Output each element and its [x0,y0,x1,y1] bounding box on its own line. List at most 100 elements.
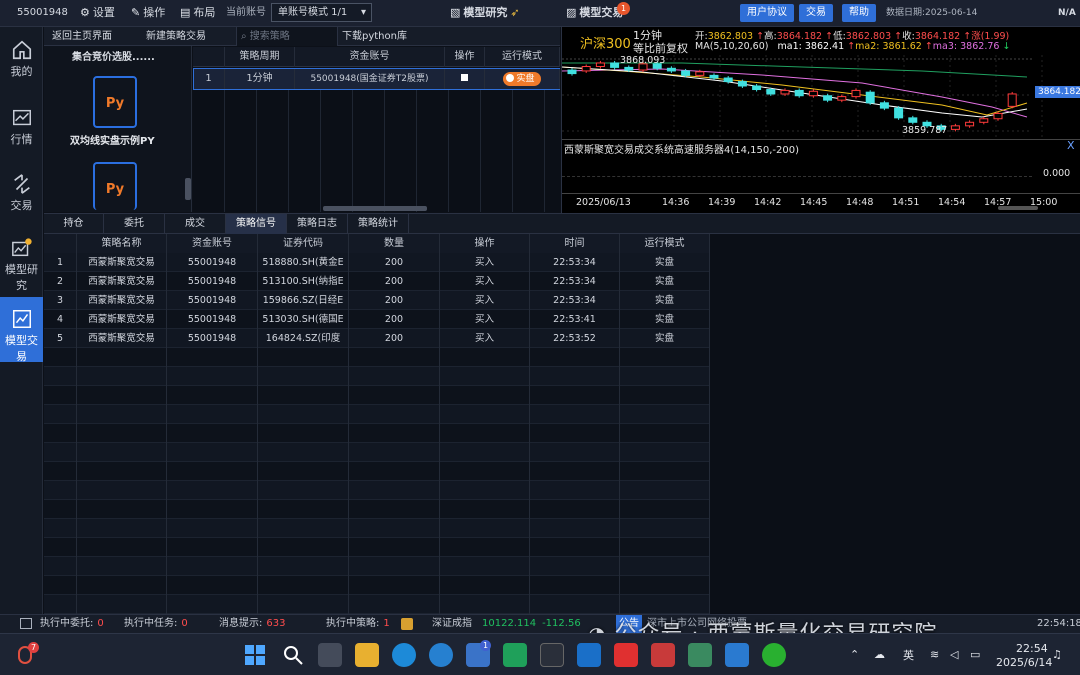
horizontal-scrollbar[interactable] [323,206,427,211]
sidebar-item-market[interactable]: 行情 [0,107,43,157]
stop-button[interactable] [445,69,485,89]
wechat-icon[interactable] [762,643,786,667]
tab-orders[interactable]: 委托 [104,214,165,234]
cell-op [440,481,530,500]
cell-code [258,576,349,595]
tab-trades[interactable]: 成交 [165,214,226,234]
cell-code: 513030.SH(德国E [258,310,349,329]
cube-app-icon[interactable] [540,643,564,667]
sidebar-item-model-trade[interactable]: 模型交易 [0,297,43,363]
vscode-icon[interactable] [725,643,749,667]
cell-op: 买入 [440,272,530,291]
sidebar-item-home[interactable]: 我的 [0,39,43,89]
candle [794,89,804,97]
search-icon[interactable] [281,643,305,667]
trading-app-icon[interactable] [651,643,675,667]
row-period: 1分钟 [225,69,295,89]
cell-op [440,424,530,443]
cell-qty: 200 [349,291,440,310]
header-strategy-name: 策略名称 [77,234,167,253]
cell-op [440,386,530,405]
clock-time[interactable]: 22:54 [1016,642,1048,655]
tab-strategy-stats[interactable]: 策略统计 [348,214,409,234]
cell-code [258,500,349,519]
sidebar-item-label: 行情 [10,133,33,146]
account-mode-select[interactable]: 单账号模式 1/1 ▾ [271,3,372,22]
cell-mode [620,443,710,462]
bottom-tab-bar: 持仓 委托 成交 策略信号 策略日志 策略统计 [44,213,1080,234]
layout-menu[interactable]: ▤ 布局 [180,0,215,26]
scrollbar-thumb[interactable] [185,178,191,200]
chart-scrollbar[interactable] [998,206,1038,210]
py-file-icon[interactable]: Py [93,76,137,128]
cell-account [167,424,258,443]
tab-strategy-signals[interactable]: 策略信号 [226,214,287,234]
messages[interactable]: 消息提示: 633 [219,615,285,633]
close-indicator-button[interactable]: X [1067,139,1075,152]
edge-icon[interactable] [392,643,416,667]
notification-bell-icon[interactable]: ♫ [1052,648,1062,661]
tab-strategy-log[interactable]: 策略日志 [287,214,348,234]
candle [709,74,719,79]
header-quantity: 数量 [349,234,440,253]
settings-menu[interactable]: ⚙ 设置 [80,0,115,26]
model-trade-button[interactable]: ▨ 模型交易 [566,0,623,26]
run-mode-toggle[interactable]: 实盘 [485,69,560,89]
candle [595,62,605,68]
candle [723,77,733,83]
stop-icon [461,74,468,81]
strategy-search-input[interactable]: ⌕ 搜索策略 [236,27,338,46]
new-strategy-button[interactable]: 新建策略交易 [146,27,246,46]
trade-button[interactable]: 交易 [799,4,833,22]
sidebar-item-model-research[interactable]: 模型研究 [0,237,43,292]
chevron-up-icon[interactable]: ⌃ [850,648,859,661]
start-button[interactable] [243,643,267,667]
wifi-icon[interactable]: ≋ [930,648,939,661]
outlook-icon[interactable] [577,643,601,667]
cell-time [530,424,620,443]
file-explorer-icon[interactable] [355,643,379,667]
strategy-file-icon[interactable] [401,618,413,630]
input-language[interactable]: 英 [903,647,914,663]
cell-account [167,519,258,538]
operate-menu[interactable]: ✎ 操作 [131,0,165,26]
cell-code [258,538,349,557]
cell-name [77,367,167,386]
windows-taskbar: 7 1 ⌃ ☁ 英 ≋ ◁ ▭ 22:54 2025/6/14 ♫ [0,633,1080,675]
file-name[interactable]: 双均线实盘示例PY [70,132,155,147]
back-home-button[interactable]: 返回主页界面 [52,27,122,46]
volume-icon[interactable]: ◁ [950,648,958,661]
cell-code: 159866.SZ(日经E [258,291,349,310]
cell-code [258,462,349,481]
executing-orders-label: 执行中委托: [40,618,94,629]
cell-idx [44,595,77,614]
layout-label: 布局 [193,6,216,19]
green-app-icon[interactable] [503,643,527,667]
sidebar-item-trade[interactable]: 交易 [0,173,43,223]
task-view-icon[interactable] [318,643,342,667]
py-file-icon[interactable]: Py [93,162,137,210]
edge-beta-icon[interactable] [429,643,453,667]
wps-icon[interactable] [614,643,638,667]
download-python-lib-button[interactable]: 下载python库 [342,27,432,46]
cloud-icon[interactable]: ☁ [874,648,885,661]
chat-app-icon[interactable] [688,643,712,667]
cell-account [167,348,258,367]
cell-time [530,481,620,500]
clock-date[interactable]: 2025/6/14 [996,656,1052,669]
help-button[interactable]: 帮助 [842,4,876,22]
user-agreement-button[interactable]: 用户协议 [740,4,794,22]
messages-value: 633 [266,618,286,629]
cell-op [440,557,530,576]
candle [837,96,847,101]
candle [894,107,904,119]
cell-idx [44,538,77,557]
cell-account [167,557,258,576]
model-research-button[interactable]: ▧ 模型研究 ➶ [450,0,520,26]
cell-idx [44,348,77,367]
battery-icon[interactable]: ▭ [970,648,980,661]
tab-positions[interactable]: 持仓 [44,214,104,234]
candlestick-plot[interactable] [562,55,1080,140]
layout-icon[interactable] [20,618,32,629]
index-ticker: 深证成指 10122.114 -112.56 [432,615,581,633]
